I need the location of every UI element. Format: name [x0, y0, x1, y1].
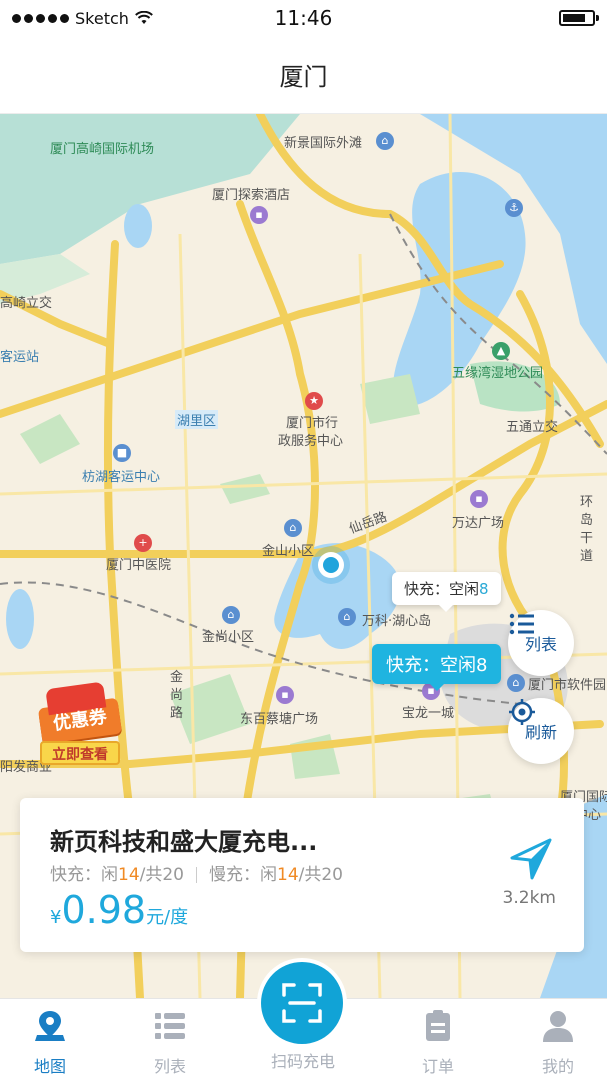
map-label-hudao: 万科·湖心岛	[362, 614, 432, 629]
residential-icon-2: ⌂	[338, 608, 356, 626]
current-location-marker	[318, 552, 344, 578]
tab-mine[interactable]: 我的	[508, 1009, 607, 1077]
bubble-prefix: 快充：空闲	[404, 580, 480, 598]
station-distance: 3.2km	[502, 888, 556, 908]
map-label-jinshang: 金尚小区	[202, 630, 255, 645]
tab-mine-label: 我的	[541, 1057, 574, 1076]
tab-list-label: 列表	[153, 1057, 186, 1076]
bus-icon: ■	[113, 444, 131, 462]
map-label-wetland: 五缘湾湿地公园	[452, 366, 544, 381]
clipboard-icon	[426, 1010, 450, 1041]
station-bubble[interactable]: 快充：空闲8	[392, 572, 501, 612]
map-label-dongzhai: 东百蔡塘广场	[240, 712, 319, 727]
map-pin-icon	[35, 1011, 65, 1041]
signal-icon	[12, 13, 69, 23]
status-left: Sketch	[12, 9, 153, 28]
office-icon: ⌂	[507, 674, 525, 692]
hotel-icon: ▪	[250, 206, 268, 224]
map-label-hotel: 厦门探索酒店	[212, 188, 291, 203]
wifi-icon	[135, 11, 153, 24]
coupon-cta[interactable]: 立即查看	[40, 741, 120, 765]
residential-icon: ⌂	[284, 519, 302, 537]
navigate-icon[interactable]	[506, 836, 554, 884]
slow-label: 慢充：闲	[209, 865, 277, 885]
status-bar: Sketch 11:46	[0, 0, 607, 36]
anchor-icon: ⚓	[505, 199, 523, 217]
hospital-icon: +	[134, 534, 152, 552]
price-currency: ¥	[50, 907, 62, 928]
map-label-gaoqi-junction: 高崎立交	[0, 296, 53, 311]
map-label-gov-2: 政服务中心	[278, 434, 344, 449]
carrier-label: Sketch	[75, 8, 129, 28]
map-label-jinshan: 金山小区	[262, 544, 315, 559]
station-availability: 快充：闲14/共20 慢充：闲14/共20	[50, 860, 343, 885]
city-title[interactable]: 厦门	[280, 57, 328, 92]
price-unit: 元/度	[146, 907, 189, 928]
station-price: ¥0.98元/度	[50, 888, 188, 932]
gov-icon: ★	[305, 392, 323, 410]
coupon-tag: 优惠券	[37, 697, 123, 745]
map-label-hospital: 厦门中医院	[106, 558, 172, 573]
battery-icon	[559, 10, 599, 26]
list-view-button[interactable]: 列表	[508, 610, 574, 676]
fast-free: 14	[118, 865, 140, 885]
user-icon	[543, 1011, 573, 1042]
divider	[196, 867, 197, 883]
map-label-software-park: 厦门市软件园	[528, 678, 607, 693]
price-amount: 0.98	[61, 888, 147, 932]
slow-free: 14	[277, 865, 299, 885]
map-label-bus-station: 客运站	[0, 350, 40, 365]
list-icon	[509, 613, 534, 635]
nav-bar: 厦门	[0, 36, 607, 114]
coupon-badge[interactable]: 优惠券 立即查看	[34, 681, 124, 767]
map-label-airport: 厦门高崎国际机场	[50, 142, 155, 157]
tab-scan-label[interactable]: 扫码充电	[253, 1048, 353, 1072]
slow-total: /共20	[298, 865, 343, 885]
tab-map[interactable]: 地图	[0, 1009, 100, 1077]
building-icon: ⌂	[376, 132, 394, 150]
shopping-icon: ▪	[470, 490, 488, 508]
map-label-huandao-road: 环岛干道	[580, 495, 594, 564]
residential-icon-3: ⌂	[222, 606, 240, 624]
tab-orders[interactable]: 订单	[388, 1009, 488, 1077]
refresh-location-button[interactable]: 刷新	[508, 698, 574, 764]
map-label-wutong: 五通立交	[506, 420, 559, 435]
park-icon: ▲	[492, 342, 510, 360]
bubble-active-count: 8	[476, 655, 488, 676]
map-label-jinshang-road: 金尚路	[170, 670, 184, 721]
list-icon	[155, 1013, 185, 1039]
fast-total: /共20	[139, 865, 184, 885]
fast-label: 快充：闲	[50, 865, 118, 885]
bubble-count: 8	[479, 580, 489, 598]
station-bubble-selected[interactable]: 快充：空闲8	[372, 644, 502, 691]
map-label-fanghu: 枋湖客运中心	[82, 470, 161, 485]
locate-icon	[509, 699, 535, 725]
map-label-xinjing: 新景国际外滩	[284, 136, 363, 151]
scan-charge-button[interactable]	[261, 962, 343, 1044]
station-card[interactable]: 新页科技和盛大厦充电... 快充：闲14/共20 慢充：闲14/共20 ¥0.98…	[20, 798, 584, 952]
tab-orders-label: 订单	[421, 1057, 454, 1076]
map-label-gov-1: 厦门市行	[286, 416, 339, 431]
scan-icon	[282, 983, 322, 1023]
mall-icon: ▪	[276, 686, 294, 704]
station-name: 新页科技和盛大厦充电...	[50, 828, 318, 856]
tab-list[interactable]: 列表	[120, 1009, 220, 1077]
tab-map-label: 地图	[33, 1057, 66, 1076]
map-label-wanda: 万达广场	[452, 516, 505, 531]
map-label-baolong: 宝龙一城	[402, 706, 455, 721]
map-label-huli: 湖里区	[175, 410, 219, 429]
bubble-active-prefix: 快充：空闲	[386, 655, 476, 676]
app-screen: Sketch 11:46 厦门 厦门高崎国际机场 新景国际外滩 ⌂ 厦门探索酒店…	[0, 0, 607, 1080]
